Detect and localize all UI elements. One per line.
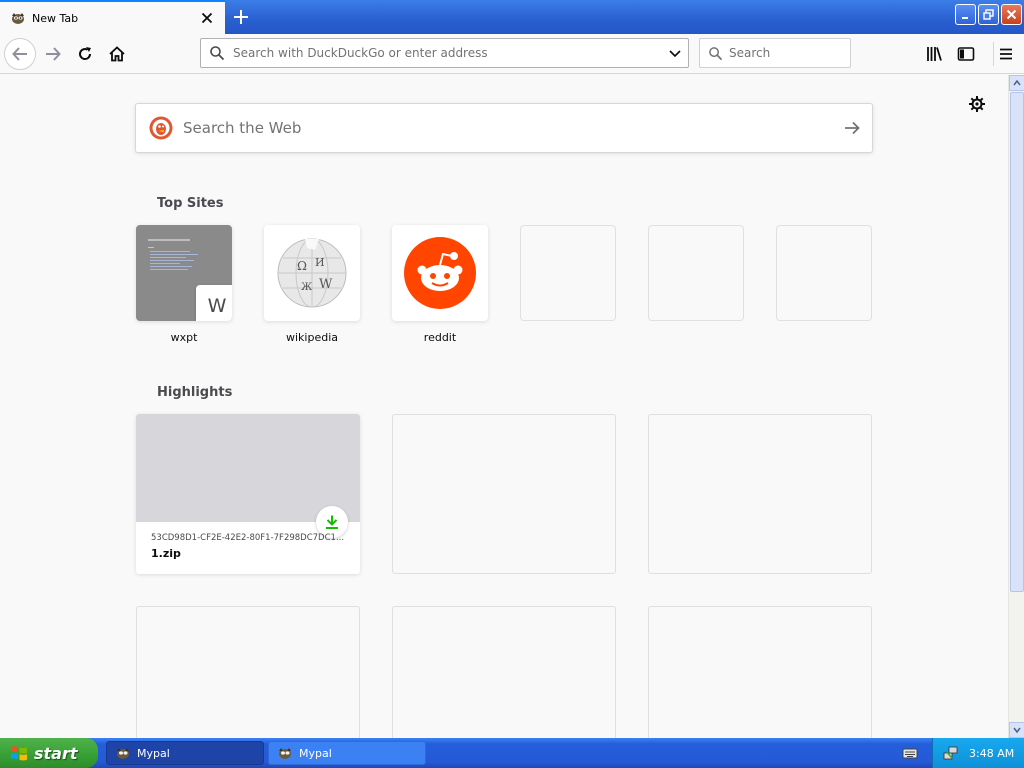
top-site-wikipedia[interactable]: Ω И W Ж <box>264 225 360 321</box>
top-site-label: wxpt <box>170 331 198 344</box>
arrow-left-icon <box>12 47 27 61</box>
top-site-wxpt[interactable]: W <box>136 225 232 321</box>
top-site-empty <box>520 225 616 321</box>
top-sites-title: Top Sites <box>157 196 224 211</box>
chevron-down-icon <box>1013 727 1021 734</box>
clock: 3:48 AM <box>969 746 1015 760</box>
start-button[interactable]: start <box>0 738 98 768</box>
svg-text:И: И <box>315 256 325 269</box>
reddit-logo-icon <box>404 237 476 309</box>
taskbar: start Mypal Mypal 3:48 AM <box>0 738 1024 768</box>
mypal-icon <box>12 13 24 24</box>
arrow-right-icon <box>46 47 61 61</box>
taskbar-item-label: Mypal <box>299 746 332 760</box>
highlight-card-download[interactable]: 53CD98D1-CF2E-42E2-80F1-7F298DC7DC1... 1… <box>136 414 360 574</box>
highlight-card-empty <box>136 606 360 738</box>
hamburger-icon <box>999 48 1012 60</box>
scroll-down-button[interactable] <box>1009 722 1024 738</box>
highlights-title: Highlights <box>157 385 233 400</box>
scroll-up-button[interactable] <box>1009 75 1024 91</box>
search-bar <box>699 38 851 68</box>
restore-button[interactable] <box>978 4 999 25</box>
sidebar-button[interactable] <box>954 42 978 66</box>
duckduckgo-logo-icon <box>149 116 173 140</box>
network-icon[interactable] <box>943 745 959 761</box>
keyboard-icon[interactable] <box>902 745 918 761</box>
top-site-empty <box>776 225 872 321</box>
svg-text:Ω: Ω <box>297 259 307 273</box>
title-bar: New Tab <box>0 0 1024 34</box>
minimize-button[interactable] <box>955 4 976 25</box>
reload-button[interactable] <box>69 38 101 70</box>
plus-icon <box>234 10 248 24</box>
back-button[interactable] <box>4 38 36 70</box>
web-search-input[interactable] <box>183 113 832 143</box>
top-site-reddit[interactable] <box>392 225 488 321</box>
taskbar-item-mypal[interactable]: Mypal <box>106 741 264 765</box>
system-tray: 3:48 AM <box>932 738 1024 768</box>
reload-icon <box>79 47 92 60</box>
minimize-icon <box>961 16 968 19</box>
windows-flag-icon <box>11 746 27 761</box>
highlight-card-empty <box>392 606 616 738</box>
library-button[interactable] <box>922 42 946 66</box>
search-icon <box>708 46 723 61</box>
mypal-icon <box>279 748 291 759</box>
close-tab-icon[interactable] <box>197 8 217 28</box>
close-icon <box>1006 9 1017 20</box>
highlight-card-empty <box>648 414 872 574</box>
scroll-thumb[interactable] <box>1010 92 1024 592</box>
highlight-card-empty <box>392 414 616 574</box>
search-submit-arrow-icon[interactable] <box>832 118 872 138</box>
wikipedia-globe-icon: Ω И W Ж <box>277 238 347 308</box>
address-input[interactable] <box>233 40 662 66</box>
top-site-empty <box>648 225 744 321</box>
restore-icon <box>983 9 994 20</box>
sidebar-icon <box>957 47 975 61</box>
gear-icon <box>969 96 985 112</box>
home-button[interactable] <box>101 38 133 70</box>
mypal-icon <box>117 748 129 759</box>
chevron-down-icon[interactable] <box>662 46 688 60</box>
vertical-scrollbar[interactable] <box>1008 75 1024 738</box>
top-site-label: wikipedia <box>285 331 338 344</box>
forward-button[interactable] <box>37 38 69 70</box>
taskbar-item-mypal[interactable]: Mypal <box>268 741 426 765</box>
svg-text:W: W <box>319 277 333 292</box>
search-icon <box>209 45 229 61</box>
home-icon <box>109 46 125 62</box>
menu-button[interactable] <box>993 42 1017 66</box>
address-bar <box>200 38 689 68</box>
highlight-card-empty <box>648 606 872 738</box>
web-search-box <box>135 103 873 153</box>
top-site-label: reddit <box>423 331 457 344</box>
navigation-toolbar <box>0 34 1024 74</box>
new-tab-button[interactable] <box>229 5 253 29</box>
card-source-text: 53CD98D1-CF2E-42E2-80F1-7F298DC7DC1... <box>151 533 345 543</box>
site-letter-badge: W <box>196 285 232 321</box>
close-window-button[interactable] <box>1001 4 1022 25</box>
search-input[interactable] <box>729 40 839 66</box>
chevron-up-icon <box>1013 79 1021 86</box>
tab-title: New Tab <box>32 11 79 25</box>
library-icon <box>927 47 942 61</box>
customize-button[interactable] <box>966 93 988 115</box>
taskbar-item-label: Mypal <box>137 746 170 760</box>
new-tab-page: Top Sites W wxpt Ω И W <box>0 75 1008 738</box>
svg-text:Ж: Ж <box>301 282 313 293</box>
tab-new-tab[interactable]: New Tab <box>0 0 225 34</box>
card-filename: 1.zip <box>151 547 181 560</box>
start-label: start <box>34 743 78 763</box>
